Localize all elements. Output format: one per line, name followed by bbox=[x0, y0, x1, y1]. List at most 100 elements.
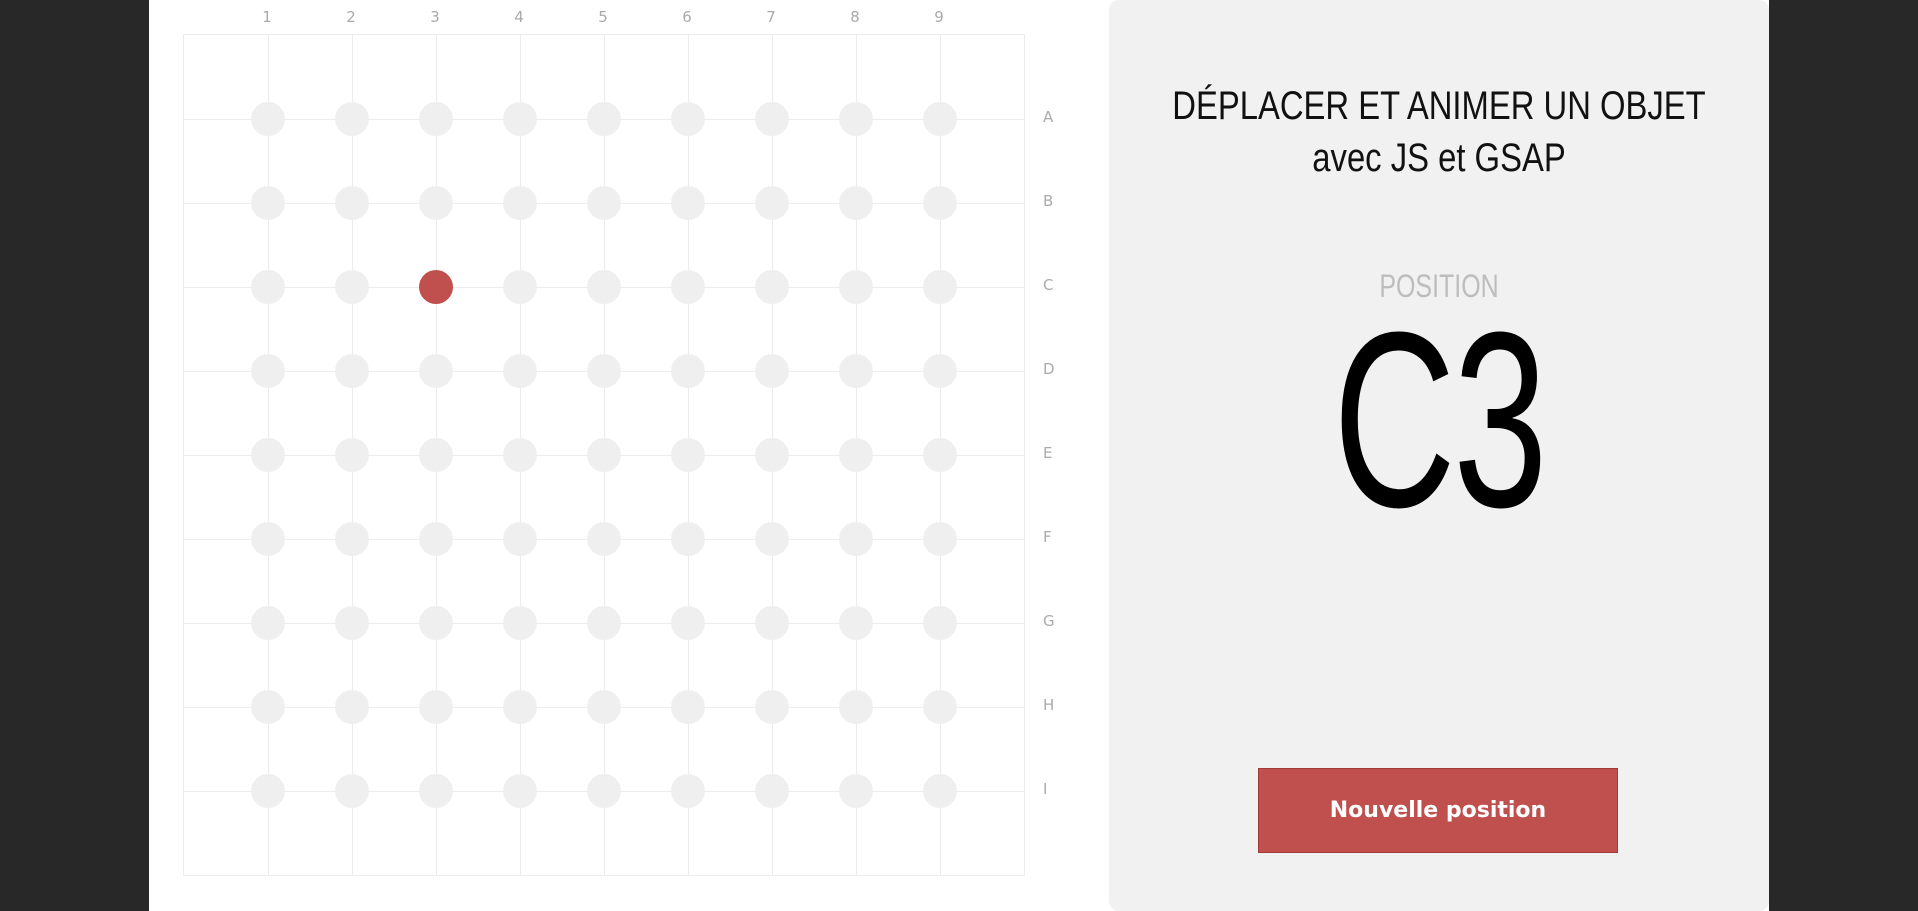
grid-dot-G8 bbox=[839, 606, 873, 640]
grid-dot-C8 bbox=[839, 270, 873, 304]
grid-dot-C1 bbox=[251, 270, 285, 304]
grid-dot-A3 bbox=[419, 102, 453, 136]
grid-dot-I1 bbox=[251, 774, 285, 808]
grid-dot-F6 bbox=[671, 522, 705, 556]
column-label-7: 7 bbox=[766, 8, 776, 26]
grid-dot-G3 bbox=[419, 606, 453, 640]
grid-dot-D2 bbox=[335, 354, 369, 388]
grid-dot-A1 bbox=[251, 102, 285, 136]
grid-dot-H5 bbox=[587, 690, 621, 724]
column-label-5: 5 bbox=[598, 8, 608, 26]
active-marker-dot bbox=[419, 270, 453, 304]
grid-dot-F5 bbox=[587, 522, 621, 556]
grid-dot-B7 bbox=[755, 186, 789, 220]
grid-dot-A2 bbox=[335, 102, 369, 136]
grid-dot-C4 bbox=[503, 270, 537, 304]
row-label-F: F bbox=[1043, 528, 1052, 546]
grid-dot-G4 bbox=[503, 606, 537, 640]
grid-dot-H3 bbox=[419, 690, 453, 724]
grid-dot-H4 bbox=[503, 690, 537, 724]
grid-dot-B5 bbox=[587, 186, 621, 220]
row-label-E: E bbox=[1043, 444, 1053, 462]
grid-dot-H2 bbox=[335, 690, 369, 724]
grid-dot-B1 bbox=[251, 186, 285, 220]
grid-dot-G7 bbox=[755, 606, 789, 640]
grid-dot-F9 bbox=[923, 522, 957, 556]
grid-dot-B6 bbox=[671, 186, 705, 220]
row-label-I: I bbox=[1043, 780, 1048, 798]
grid-dot-A8 bbox=[839, 102, 873, 136]
grid-dot-D1 bbox=[251, 354, 285, 388]
grid-dot-G2 bbox=[335, 606, 369, 640]
grid-dot-F4 bbox=[503, 522, 537, 556]
grid-dot-A6 bbox=[671, 102, 705, 136]
title-line-2: avec JS et GSAP bbox=[1312, 136, 1566, 180]
grid-dot-E7 bbox=[755, 438, 789, 472]
grid-dot-I3 bbox=[419, 774, 453, 808]
grid-dot-D6 bbox=[671, 354, 705, 388]
column-label-1: 1 bbox=[262, 8, 272, 26]
grid-dot-E5 bbox=[587, 438, 621, 472]
grid-dot-B8 bbox=[839, 186, 873, 220]
grid-dot-I8 bbox=[839, 774, 873, 808]
grid-dot-G9 bbox=[923, 606, 957, 640]
grid-dot-E6 bbox=[671, 438, 705, 472]
position-value: C3 bbox=[1333, 280, 1548, 559]
row-label-B: B bbox=[1043, 192, 1054, 210]
grid-dot-G6 bbox=[671, 606, 705, 640]
grid-dot-E8 bbox=[839, 438, 873, 472]
grid-dot-D5 bbox=[587, 354, 621, 388]
grid-dot-F7 bbox=[755, 522, 789, 556]
grid-dot-D3 bbox=[419, 354, 453, 388]
grid-dot-A4 bbox=[503, 102, 537, 136]
grid-dot-A5 bbox=[587, 102, 621, 136]
column-label-9: 9 bbox=[934, 8, 944, 26]
row-label-G: G bbox=[1043, 612, 1055, 630]
grid-dot-C7 bbox=[755, 270, 789, 304]
grid-dot-E4 bbox=[503, 438, 537, 472]
column-label-2: 2 bbox=[346, 8, 356, 26]
grid-dot-A9 bbox=[923, 102, 957, 136]
grid-dot-B3 bbox=[419, 186, 453, 220]
grid-dot-E9 bbox=[923, 438, 957, 472]
grid-dot-A7 bbox=[755, 102, 789, 136]
grid-dot-G1 bbox=[251, 606, 285, 640]
grid-dot-C2 bbox=[335, 270, 369, 304]
grid-board bbox=[183, 34, 1025, 876]
page: DÉPLACER ET ANIMER UN OBJET avec JS et G… bbox=[149, 0, 1769, 911]
grid-dot-F1 bbox=[251, 522, 285, 556]
new-position-button[interactable]: Nouvelle position bbox=[1258, 768, 1618, 853]
row-label-C: C bbox=[1043, 276, 1054, 294]
row-label-A: A bbox=[1043, 108, 1054, 126]
grid-dot-B9 bbox=[923, 186, 957, 220]
grid-dot-C6 bbox=[671, 270, 705, 304]
grid-dot-B2 bbox=[335, 186, 369, 220]
grid-dot-D4 bbox=[503, 354, 537, 388]
grid-dot-H6 bbox=[671, 690, 705, 724]
grid-dot-H7 bbox=[755, 690, 789, 724]
grid-dot-E3 bbox=[419, 438, 453, 472]
grid-dot-E1 bbox=[251, 438, 285, 472]
grid-dot-I9 bbox=[923, 774, 957, 808]
grid-dot-H9 bbox=[923, 690, 957, 724]
title-line-1: DÉPLACER ET ANIMER UN OBJET bbox=[1172, 84, 1706, 128]
grid-dot-H1 bbox=[251, 690, 285, 724]
column-label-6: 6 bbox=[682, 8, 692, 26]
grid-dot-F3 bbox=[419, 522, 453, 556]
grid-dot-E2 bbox=[335, 438, 369, 472]
grid-dot-I4 bbox=[503, 774, 537, 808]
row-label-H: H bbox=[1043, 696, 1055, 714]
grid-dot-F2 bbox=[335, 522, 369, 556]
grid-dot-H8 bbox=[839, 690, 873, 724]
grid-dot-C9 bbox=[923, 270, 957, 304]
grid-dot-D9 bbox=[923, 354, 957, 388]
grid-dot-G5 bbox=[587, 606, 621, 640]
grid-dot-I5 bbox=[587, 774, 621, 808]
column-label-8: 8 bbox=[850, 8, 860, 26]
column-label-4: 4 bbox=[514, 8, 524, 26]
grid-dot-C5 bbox=[587, 270, 621, 304]
grid-dot-I7 bbox=[755, 774, 789, 808]
column-label-3: 3 bbox=[430, 8, 440, 26]
page-title: DÉPLACER ET ANIMER UN OBJET avec JS et G… bbox=[1168, 80, 1709, 184]
grid-dot-F8 bbox=[839, 522, 873, 556]
